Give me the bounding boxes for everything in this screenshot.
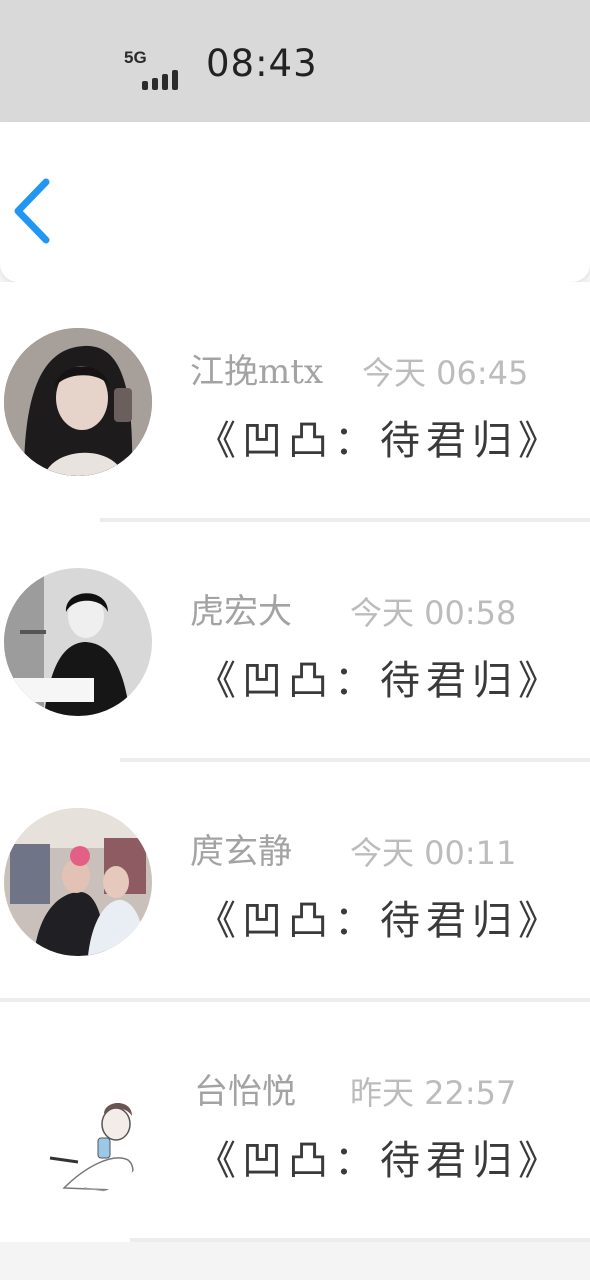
- list-item[interactable]: 庹玄静 今天 00:11 《凹凸：待君归》: [0, 762, 590, 1002]
- avatar-image: [4, 568, 152, 716]
- avatar-image: [4, 808, 152, 956]
- avatar-image: [4, 328, 152, 476]
- avatar[interactable]: [4, 808, 152, 956]
- sender-name: 虎宏大: [190, 592, 292, 632]
- message-preview: 《凹凸：待君归》: [196, 898, 564, 944]
- status-bar: 5G 08:43: [0, 0, 590, 122]
- avatar[interactable]: [4, 568, 152, 716]
- message-time: 今天 06:45: [362, 354, 529, 392]
- message-list: 江挽mtx 今天 06:45 《凹凸：待君归》 虎宏大 今天 00:58 《凹凸…: [0, 282, 590, 1280]
- message-preview: 《凹凸：待君归》: [196, 658, 564, 704]
- sender-name: 江挽mtx: [190, 352, 324, 392]
- list-item[interactable]: 台怡悦 昨天 22:57 《凹凸：待君归》: [0, 1002, 590, 1242]
- message-time: 今天 00:11: [350, 834, 517, 872]
- message-preview: 《凹凸：待君归》: [196, 1138, 564, 1184]
- sender-name: 庹玄静: [190, 832, 292, 872]
- chevron-left-icon: [14, 178, 50, 244]
- list-item[interactable]: 虎宏大 今天 00:58 《凹凸：待君归》: [0, 522, 590, 762]
- divider: [130, 1238, 590, 1242]
- signal-bars-icon: [142, 70, 178, 90]
- avatar[interactable]: [4, 328, 152, 476]
- avatar-image: [4, 1048, 152, 1196]
- nav-bar: [0, 122, 590, 282]
- sender-name: 台怡悦: [194, 1072, 296, 1112]
- status-clock: 08:43: [206, 42, 318, 85]
- avatar[interactable]: [4, 1048, 152, 1196]
- network-type: 5G: [124, 48, 147, 67]
- message-time: 今天 00:58: [350, 594, 517, 632]
- message-time: 昨天 22:57: [350, 1074, 517, 1112]
- back-button[interactable]: [6, 174, 62, 248]
- message-preview: 《凹凸：待君归》: [196, 418, 564, 464]
- list-item[interactable]: 江挽mtx 今天 06:45 《凹凸：待君归》: [0, 282, 590, 522]
